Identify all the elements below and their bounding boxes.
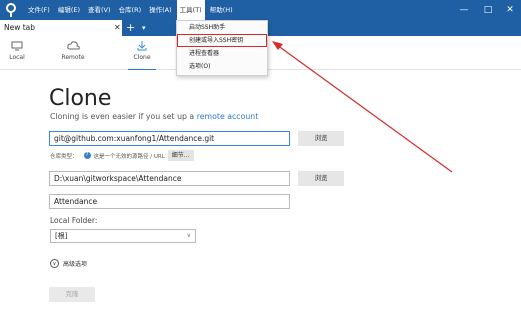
menu-edit[interactable]: 编辑(E)	[58, 0, 80, 20]
question-icon: ?	[83, 152, 91, 159]
tools-menu: 启动SSH助手 创建或导入SSH密钥 进程查看器 选项(O)	[176, 20, 268, 76]
menu-item-process-viewer[interactable]: 进程查看器	[177, 47, 267, 60]
repo-type-hint: 这是一个无效的源路径 / URL	[93, 153, 165, 160]
repo-type-label: 仓库类型：	[50, 153, 78, 160]
tab-close-icon[interactable]: ✕	[114, 20, 121, 36]
tab-new-tab[interactable]: New tab	[0, 20, 122, 36]
maximize-button[interactable]: □	[478, 0, 498, 20]
download-icon	[137, 41, 147, 51]
browse-destination-button[interactable]: 浏览	[298, 171, 344, 186]
menu-item-launch-ssh-agent[interactable]: 启动SSH助手	[177, 21, 267, 34]
source-url-input[interactable]: git@github.com:xuanfong1/Attendance.git	[49, 131, 290, 146]
cloud-icon	[66, 41, 80, 50]
menu-item-create-import-ssh-keys[interactable]: 创建或导入SSH密钥	[177, 34, 267, 47]
local-folder-label: Local Folder:	[50, 216, 98, 225]
tab-list-dropdown-icon[interactable]: ▾	[142, 20, 146, 36]
browse-source-button[interactable]: 浏览	[298, 131, 344, 146]
menu-file[interactable]: 文件(F)	[28, 0, 50, 20]
add-tab-button[interactable]: +	[126, 20, 135, 36]
chevron-down-icon: ∨	[186, 232, 191, 239]
destination-path-input[interactable]: D:\xuan\gitworkspace\Attendance	[49, 171, 290, 186]
page-title: Clone	[49, 86, 112, 111]
menu-help[interactable]: 帮助(H)	[210, 0, 233, 20]
close-window-button[interactable]: ✕	[500, 0, 520, 20]
menu-view[interactable]: 查看(V)	[88, 0, 111, 20]
page-subtitle: Cloning is even easier if you set up a r…	[50, 112, 258, 121]
minimize-button[interactable]: —	[454, 0, 474, 20]
repo-type-row: 仓库类型： ? 这是一个无效的源路径 / URL 细节...	[50, 150, 194, 161]
advanced-options-toggle[interactable]: ∨ 高级选项	[50, 259, 87, 268]
sourcetree-logo-icon	[6, 3, 16, 17]
details-button[interactable]: 细节...	[167, 150, 194, 161]
toolbar-remote-button[interactable]: Remote	[58, 36, 88, 70]
menu-item-options[interactable]: 选项(O)	[177, 60, 267, 73]
toolbar-local-label: Local	[9, 54, 25, 61]
toolbar-clone-label: Clone	[133, 54, 151, 61]
menu-tools[interactable]: 工具(T)	[176, 0, 205, 20]
local-folder-value: [根]	[55, 232, 68, 240]
local-folder-select[interactable]: [根] ∨	[50, 229, 196, 243]
toolbar-remote-label: Remote	[61, 54, 85, 61]
toolbar-clone-button[interactable]: Clone	[128, 36, 156, 70]
tab-label: New tab	[4, 23, 36, 32]
subtitle-text: Cloning is even easier if you set up a	[50, 112, 197, 121]
clone-button[interactable]: 克隆	[49, 287, 95, 302]
repo-name-input[interactable]: Attendance	[49, 194, 290, 209]
advanced-options-label: 高级选项	[63, 261, 88, 268]
menu-repository[interactable]: 仓库(R)	[119, 0, 142, 20]
monitor-icon	[11, 41, 23, 51]
toolbar-local-button[interactable]: Local	[2, 36, 32, 70]
expand-circle-icon: ∨	[50, 259, 59, 268]
remote-account-link[interactable]: remote account	[197, 112, 259, 121]
menu-actions[interactable]: 操作(A)	[149, 0, 172, 20]
menu-bar: 文件(F) 编辑(E) 查看(V) 仓库(R) 操作(A) 工具(T) 帮助(H…	[28, 0, 241, 20]
title-bar: 文件(F) 编辑(E) 查看(V) 仓库(R) 操作(A) 工具(T) 帮助(H…	[0, 0, 521, 20]
